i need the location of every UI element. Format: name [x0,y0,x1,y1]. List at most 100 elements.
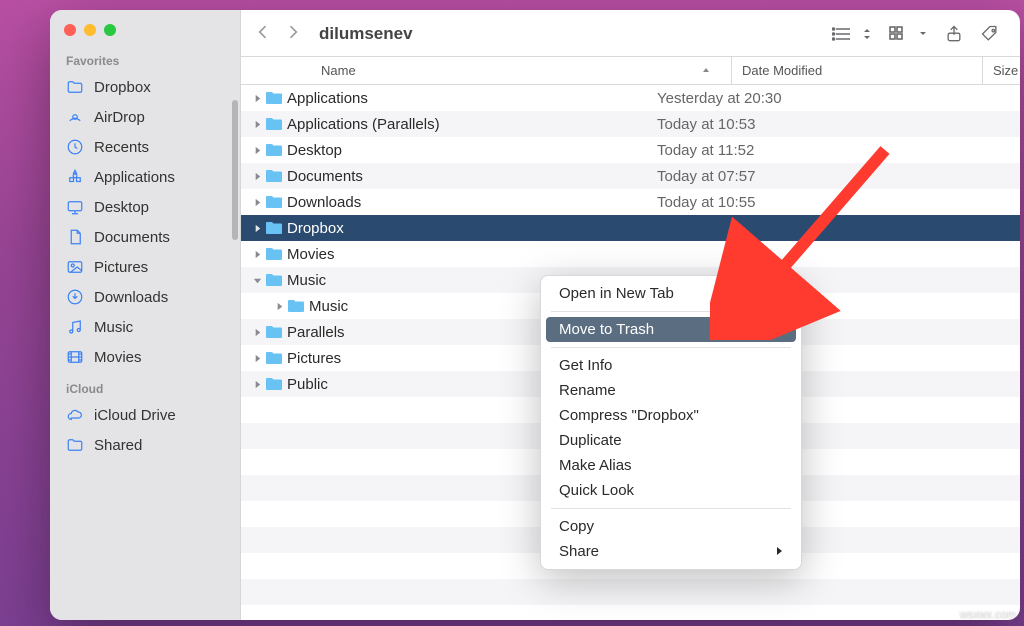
menu-separator [551,311,791,312]
sidebar-item-icloud-drive[interactable]: iCloud Drive [50,400,240,430]
table-row[interactable]: Applications (Parallels)Today at 10:53 [241,111,1020,137]
disclosure-triangle-icon[interactable] [249,380,265,389]
table-row[interactable]: Dropbox [241,215,1020,241]
disclosure-triangle-icon[interactable] [249,94,265,103]
table-row[interactable]: DocumentsToday at 07:57 [241,163,1020,189]
context-menu: Open in New Tab Move to Trash Get Info Rena… [540,275,802,570]
table-row[interactable]: ApplicationsYesterday at 20:30 [241,85,1020,111]
column-headers: Name Date Modified Size [241,56,1020,85]
menu-item[interactable]: Get Info [541,353,801,378]
menu-item-label: Copy [559,518,594,535]
sidebar-scrollbar-thumb[interactable] [232,100,238,240]
sidebar-item-downloads[interactable]: Downloads [50,282,240,312]
view-list-button[interactable] [832,24,872,44]
file-name: Movies [287,246,647,263]
sidebar-item-label: Dropbox [94,79,151,96]
menu-item[interactable]: Compress "Dropbox" [541,403,801,428]
sidebar-item-documents[interactable]: Documents [50,222,240,252]
disclosure-triangle-icon[interactable] [249,224,265,233]
disclosure-triangle-icon[interactable] [249,198,265,207]
sidebar-item-movies[interactable]: Movies [50,342,240,372]
minimize-button[interactable] [84,24,96,36]
sidebar-item-pictures[interactable]: Pictures [50,252,240,282]
table-row[interactable]: DesktopToday at 11:52 [241,137,1020,163]
file-date: Today at 10:53 [647,116,887,133]
disclosure-triangle-icon[interactable] [271,302,287,311]
menu-item[interactable]: Quick Look [541,478,801,503]
folder-icon [265,91,287,105]
table-row[interactable]: DownloadsToday at 10:55 [241,189,1020,215]
sidebar-item-airdrop[interactable]: AirDrop [50,102,240,132]
sidebar-item-label: Movies [94,349,142,366]
menu-item[interactable]: Open in New Tab [541,281,801,306]
menu-item[interactable]: Duplicate [541,428,801,453]
menu-item-label: Quick Look [559,482,634,499]
disclosure-triangle-icon[interactable] [249,354,265,363]
sidebar-item-label: AirDrop [94,109,145,126]
sidebar: Favorites Dropbox AirDrop Recents Applic… [50,10,241,620]
doc-icon [66,228,84,246]
file-name: Applications [287,90,647,107]
menu-item[interactable]: Move to Trash [546,317,796,342]
disclosure-triangle-icon[interactable] [249,172,265,181]
file-name: Dropbox [287,220,647,237]
cloud-icon [66,406,84,424]
share-button[interactable] [944,24,964,44]
sidebar-item-music[interactable]: Music [50,312,240,342]
sidebar-item-dropbox[interactable]: Dropbox [50,72,240,102]
sidebar-item-applications[interactable]: Applications [50,162,240,192]
table-row-empty [241,579,1020,605]
sidebar-item-label: Recents [94,139,149,156]
sidebar-item-desktop[interactable]: Desktop [50,192,240,222]
forward-button[interactable] [283,22,303,46]
file-date: Today at 07:57 [647,168,887,185]
file-name: Applications (Parallels) [287,116,647,133]
finder-window: Favorites Dropbox AirDrop Recents Applic… [50,10,1020,620]
menu-item[interactable]: Make Alias [541,453,801,478]
folder-icon [265,143,287,157]
window-title: dilumsenev [319,24,413,44]
menu-item-label: Make Alias [559,457,632,474]
menu-item-label: Rename [559,382,616,399]
file-name: Desktop [287,142,647,159]
sidebar-item-label: Documents [94,229,170,246]
disclosure-triangle-icon[interactable] [249,328,265,337]
menu-item[interactable]: Rename [541,378,801,403]
folder-icon [265,351,287,365]
group-button[interactable] [888,24,928,44]
menu-item-label: Open in New Tab [559,285,674,302]
close-button[interactable] [64,24,76,36]
back-button[interactable] [253,22,273,46]
music-icon [66,318,84,336]
maximize-button[interactable] [104,24,116,36]
disclosure-triangle-icon[interactable] [249,250,265,259]
column-header-size[interactable]: Size [982,57,1020,84]
sidebar-item-label: Applications [94,169,175,186]
disclosure-triangle-icon[interactable] [249,146,265,155]
folder-icon [265,117,287,131]
column-header-date[interactable]: Date Modified [731,57,982,84]
menu-item[interactable]: Share [541,539,801,564]
apps-icon [66,168,84,186]
picture-icon [66,258,84,276]
file-name: Downloads [287,194,647,211]
disclosure-triangle-icon[interactable] [249,120,265,129]
menu-item-label: Move to Trash [559,321,654,338]
sidebar-item-label: Downloads [94,289,168,306]
table-row[interactable]: Movies [241,241,1020,267]
sidebar-section-label: iCloud [50,372,240,400]
folder-icon [66,78,84,96]
menu-item[interactable]: Copy [541,514,801,539]
sidebar-section-label: Favorites [50,44,240,72]
movie-icon [66,348,84,366]
sidebar-item-shared[interactable]: Shared [50,430,240,460]
folder-icon [265,273,287,287]
disclosure-triangle-icon[interactable] [249,276,265,285]
column-header-name[interactable]: Name [241,57,731,84]
menu-separator [551,347,791,348]
file-date: Today at 11:52 [647,142,887,159]
sidebar-item-recents[interactable]: Recents [50,132,240,162]
tags-button[interactable] [980,24,1000,44]
clock-icon [66,138,84,156]
chevron-right-icon [775,543,783,560]
